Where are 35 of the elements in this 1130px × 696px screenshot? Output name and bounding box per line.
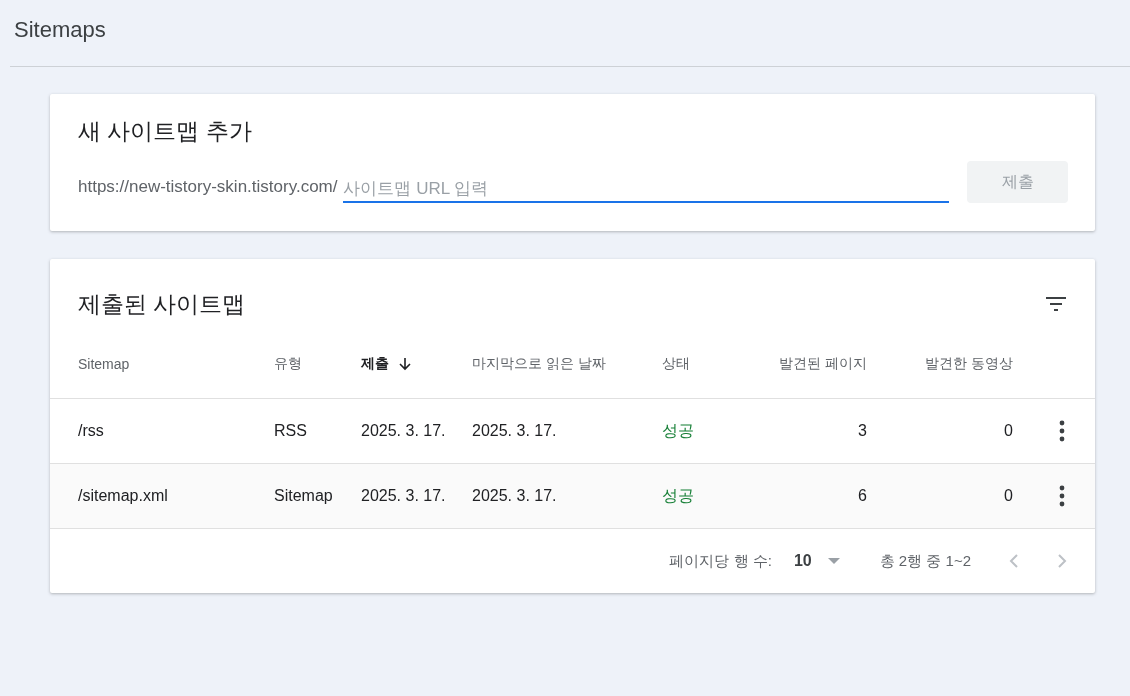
card-title: 제출된 사이트맵 <box>78 289 246 319</box>
table-cell-text: 3 <box>857 422 867 440</box>
sort-arrow-icon <box>399 357 411 371</box>
page-range: 총 2행 중 1~2 <box>879 551 971 571</box>
column-header[interactable]: Sitemap <box>78 356 274 372</box>
table-cell-text: 2025. 3. 17. <box>361 487 447 505</box>
status-text: 성공 <box>662 485 695 506</box>
table-cell-text: /sitemap.xml <box>78 487 169 505</box>
column-header[interactable]: 유형 <box>274 355 361 373</box>
filter-icon[interactable] <box>1045 296 1067 312</box>
column-header[interactable]: 제출 <box>361 355 472 373</box>
table-cell-text: 6 <box>857 487 867 505</box>
table-cell-text: /rss <box>78 422 105 440</box>
table-cell-text: 2025. 3. 17. <box>472 487 558 505</box>
card-title: 새 사이트맵 추가 <box>78 117 253 146</box>
table-row[interactable]: /rss RSS 2025. 3. 17. 2025. 3. 17. 성공 3 0 <box>50 399 1095 464</box>
table-cell-text: RSS <box>274 422 308 440</box>
table-row[interactable]: /sitemap.xml Sitemap 2025. 3. 17. 2025. 3. 17. 성공 6 0 <box>50 464 1095 529</box>
column-header[interactable]: 발견한 동영상 <box>867 355 1013 373</box>
more-icon[interactable] <box>1059 485 1065 507</box>
table-cell-text: 2025. 3. 17. <box>361 422 447 440</box>
table-cell-text: 2025. 3. 17. <box>472 422 558 440</box>
column-header[interactable]: 발견된 페이지 <box>742 355 867 373</box>
page-title: Sitemaps <box>14 17 106 43</box>
status-text: 성공 <box>662 420 695 441</box>
more-icon[interactable] <box>1059 420 1065 442</box>
caret-icon <box>827 558 840 564</box>
column-header[interactable]: 마지막으로 읽은 날짜 <box>472 355 662 373</box>
rows-per-page-label: 페이지당 행 수: <box>669 551 772 571</box>
url-prefix: https://new-tistory-skin.tistory.com/ <box>78 177 338 198</box>
table-cell-text: 0 <box>1003 487 1013 505</box>
table-cell-text: Sitemap <box>274 487 334 505</box>
column-header[interactable]: 상태 <box>662 355 742 373</box>
table-cell-text: 0 <box>1003 422 1013 440</box>
rows-per-page-select[interactable]: 10 <box>793 552 840 570</box>
